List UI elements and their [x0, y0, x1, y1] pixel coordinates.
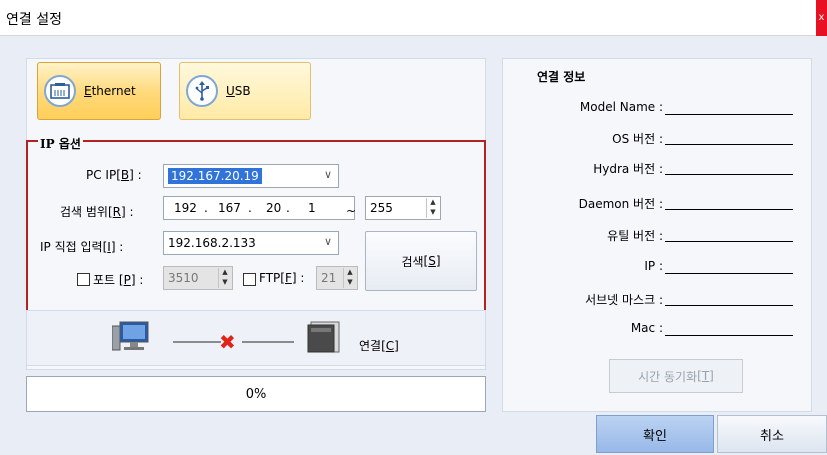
ip-octet-2: 167: [218, 201, 241, 215]
info-value-line: [665, 273, 793, 274]
info-row-hydra: Hydra 버전 :: [510, 160, 800, 178]
usb-label: USB: [226, 84, 251, 98]
spinner-arrows-icon: ▲ ▼: [343, 268, 356, 288]
info-value-line: [665, 144, 793, 145]
ip-octet-4: 1: [308, 201, 316, 215]
chevron-down-icon: ∨: [323, 168, 332, 181]
ftp-checkbox[interactable]: [243, 273, 256, 286]
ok-button[interactable]: 확인: [596, 415, 714, 453]
cancel-button[interactable]: 취소: [717, 415, 827, 453]
pc-icon: [111, 320, 152, 357]
close-button[interactable]: x: [816, 0, 827, 36]
search-range-end-spinner[interactable]: 255 ▲ ▼: [365, 196, 441, 220]
info-value-line: [665, 114, 793, 115]
window-title: 연결 설정: [6, 12, 62, 28]
info-row-subnet: 서브넷 마스크 :: [510, 291, 800, 309]
ethernet-mode-button[interactable]: Ethernet: [37, 62, 161, 120]
info-value-line: [665, 305, 793, 306]
info-row-ip: IP :: [510, 259, 800, 277]
range-separator: ~: [346, 204, 357, 218]
usb-mode-button[interactable]: USB: [179, 62, 311, 120]
direct-ip-combobox[interactable]: 192.168.2.133 ∨: [163, 231, 339, 255]
ethernet-port-icon: [44, 75, 76, 107]
ip-options-title: IP 옵션: [38, 135, 83, 152]
info-row-daemon: Daemon 버전 :: [510, 195, 800, 213]
chevron-down-icon: ∨: [323, 235, 332, 248]
info-row-os: OS 버전 :: [510, 130, 800, 148]
progress-text: 0%: [245, 386, 267, 402]
progress-bar: 0%: [26, 376, 486, 412]
info-value-line: [665, 241, 793, 242]
info-title: 연결 정보: [537, 70, 586, 84]
port-spinner[interactable]: 3510 ▲ ▼: [163, 266, 233, 290]
time-sync-button[interactable]: 시간 동기화[T]: [609, 359, 743, 393]
search-button[interactable]: 검색[S]: [365, 231, 477, 291]
ethernet-label: Ethernet: [84, 84, 136, 98]
ftp-label: FTP[F] :: [259, 271, 305, 285]
connection-status-bar: [26, 310, 486, 366]
device-icon: [307, 320, 341, 357]
info-value-line: [665, 335, 793, 336]
search-range-start-ip[interactable]: 192 . 167 . 20 . 1: [163, 196, 355, 220]
direct-ip-value: 192.168.2.133: [168, 236, 256, 250]
pc-ip-label: PC IP[B] :: [86, 168, 142, 182]
ip-octet-1: 192: [174, 201, 197, 215]
info-row-model: Model Name :: [510, 100, 800, 118]
port-checkbox[interactable]: [77, 273, 90, 286]
link-line-left: [173, 341, 221, 343]
spinner-arrows-icon[interactable]: ▲ ▼: [426, 198, 439, 218]
range-end-value: 255: [370, 201, 393, 215]
link-line-right: [242, 341, 294, 343]
disconnected-x-icon: ✖: [219, 330, 236, 354]
connect-button[interactable]: 연결[C]: [359, 337, 399, 354]
info-row-util: 유틸 버전 :: [510, 227, 800, 245]
title-bar: 연결 설정 x: [0, 0, 827, 36]
pc-ip-select[interactable]: 192.167.20.19 ∨: [163, 164, 339, 188]
info-value-line: [665, 209, 793, 210]
ftp-spinner[interactable]: 21 ▲ ▼: [316, 266, 358, 290]
spinner-arrows-icon: ▲ ▼: [218, 268, 231, 288]
pc-ip-value: 192.167.20.19: [168, 168, 262, 184]
info-value-line: [665, 174, 793, 175]
usb-icon: [186, 75, 218, 107]
direct-ip-label: IP 직접 입력[I] :: [40, 240, 124, 254]
info-row-mac: Mac :: [510, 321, 800, 339]
port-value: 3510: [168, 271, 199, 285]
port-label: 포트 [P] :: [93, 273, 144, 287]
ftp-value: 21: [321, 271, 337, 285]
ip-octet-3: 20: [266, 201, 282, 215]
search-range-label: 검색 범위[R] :: [60, 205, 134, 219]
